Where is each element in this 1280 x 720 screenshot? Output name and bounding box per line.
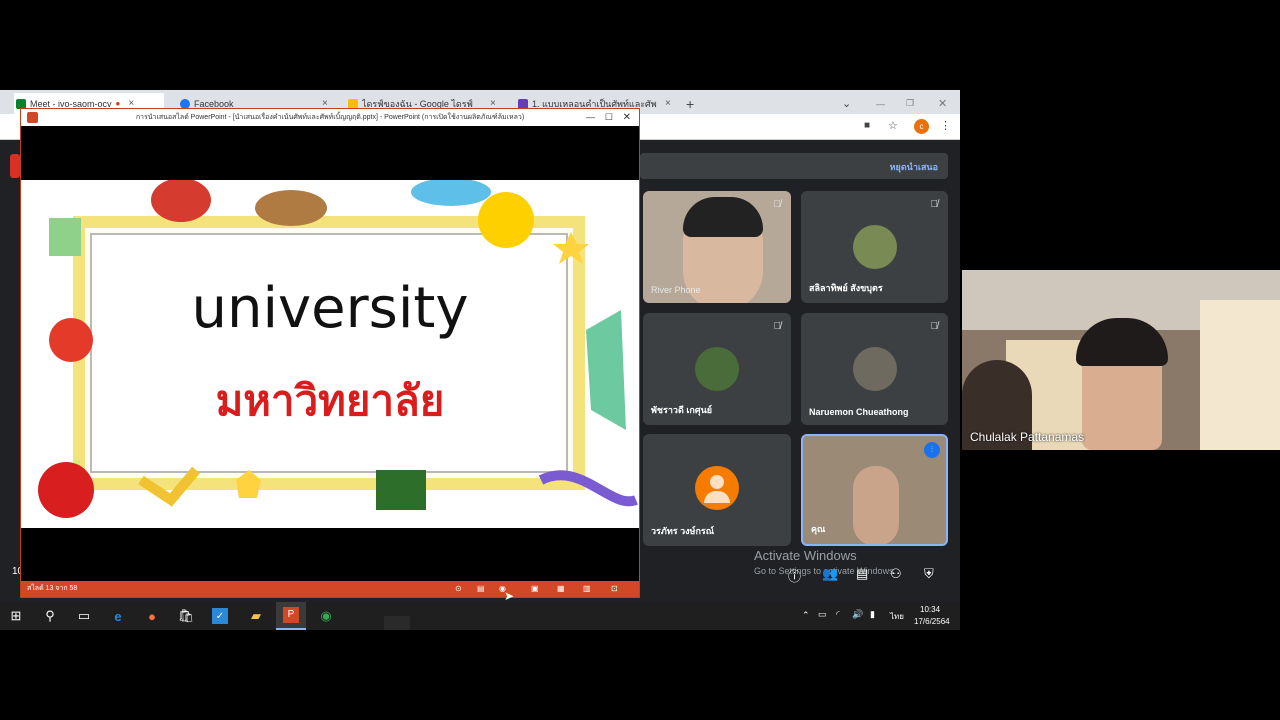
presenting-bar: หยุดนำเสนอ: [640, 153, 948, 179]
notification-icon[interactable]: ▮: [870, 609, 875, 620]
powerpoint-statusbar: สไลด์ 13 จาก 58 ⊙ ▤ ◉ ▣ ▦ ▥ ⊡: [21, 581, 639, 597]
slide-sorter-icon[interactable]: ▦: [557, 581, 565, 597]
participant-avatar: [853, 347, 897, 391]
mouse-cursor-icon: ➤: [504, 589, 515, 603]
self-video: [853, 466, 899, 544]
participant-tile[interactable]: วรภัทร วงษ์กรณ์: [643, 434, 791, 546]
participant-name: Naruemon Chueathong: [809, 407, 909, 417]
mic-off-icon: 🎙̸: [773, 321, 782, 332]
participant-name: พัชราวดี เกศุนย์: [651, 405, 712, 415]
participant-name: สลิลาทิพย์ สังขบุตร: [809, 283, 883, 293]
file-explorer-icon[interactable]: ▰: [246, 606, 266, 626]
menu-icon[interactable]: ⋮: [940, 119, 951, 132]
stop-presenting-button[interactable]: หยุดนำเสนอ: [890, 160, 938, 174]
avatar-body: [704, 491, 730, 503]
slide-word-thai: มหาวิทยาลัย: [215, 376, 445, 425]
participant-name: วรภัทร วงษ์กรณ์: [651, 526, 715, 536]
battery-icon[interactable]: ▭: [818, 609, 827, 620]
recording-icon: ●: [115, 99, 121, 108]
windows-start-icon[interactable]: ⊞: [6, 606, 26, 626]
powerpoint-taskbar-icon[interactable]: P: [276, 602, 306, 630]
meet-icon: [16, 98, 26, 109]
bookmark-star-icon[interactable]: ☆: [888, 119, 898, 132]
mic-off-icon: 🎙̸: [930, 321, 939, 332]
participant-avatar: [695, 466, 739, 510]
edge-icon[interactable]: e: [108, 606, 128, 626]
clock-date[interactable]: 17/6/2564: [914, 617, 950, 626]
reading-view-icon[interactable]: ▥: [583, 581, 591, 597]
self-camera-view: Chulalak Pattanamas: [962, 270, 1280, 450]
close-icon[interactable]: ✕: [623, 109, 631, 126]
activate-windows-title: Activate Windows: [754, 548, 857, 563]
slide-word-english: university: [191, 276, 469, 341]
forms-icon: [518, 98, 528, 109]
clock-time[interactable]: 10:34: [920, 605, 940, 614]
participant-avatar: [695, 347, 739, 391]
chrome-icon[interactable]: ◉: [316, 606, 336, 626]
tab-label: Meet - ivo-saom-ocv: [30, 98, 112, 109]
windows-taskbar: ⊞ ⚲ ▭ e ● 🛍 ✓ ▰ P ◉ ⌃ ▭ ◜ 🔊 ▮ ไทย 10:34 …: [0, 602, 960, 630]
participant-tile[interactable]: 🎙̸ River Phone: [643, 191, 791, 303]
participant-avatar: [853, 225, 897, 269]
host-controls-icon[interactable]: ⛨: [924, 566, 934, 582]
minimize-icon[interactable]: —: [876, 93, 885, 114]
info-icon[interactable]: ⓘ: [788, 566, 801, 585]
profile-avatar[interactable]: c: [914, 119, 929, 134]
language-indicator[interactable]: ไทย: [890, 610, 904, 623]
firefox-icon[interactable]: ●: [142, 606, 162, 626]
slideshow-icon[interactable]: ⊡: [611, 581, 618, 597]
people-icon[interactable]: 👥: [822, 566, 838, 582]
speaking-indicator-icon: ⫶: [924, 442, 940, 458]
self-tile[interactable]: ⫶ คุณ: [801, 434, 948, 546]
self-view-name: Chulalak Pattanamas: [970, 430, 1085, 444]
notes-icon[interactable]: ⊙: [455, 581, 462, 597]
powerpoint-titlebar: การนำเสนอสไลด์ PowerPoint - [นำเสนอเรื่อ…: [21, 109, 639, 126]
meet-side-control[interactable]: [10, 154, 20, 178]
volume-icon[interactable]: 🔊: [852, 609, 863, 620]
comments-icon[interactable]: ▤: [477, 581, 485, 597]
maximize-icon[interactable]: ☐: [605, 109, 613, 126]
presentation-slide: university มหาวิทยาลัย: [21, 180, 639, 528]
wifi-icon[interactable]: ◜: [836, 609, 840, 620]
tab-label: Facebook: [194, 98, 234, 109]
store-icon[interactable]: 🛍: [176, 606, 196, 626]
self-name: คุณ: [811, 524, 826, 534]
powerpoint-title: การนำเสนอสไลด์ PowerPoint - [นำเสนอเรื่อ…: [135, 114, 525, 121]
activities-icon[interactable]: ⚇: [890, 566, 902, 582]
tab-search-icon[interactable]: ⌄: [842, 93, 851, 114]
normal-view-icon[interactable]: ▣: [531, 581, 539, 597]
participant-name: River Phone: [651, 285, 701, 295]
task-view-icon[interactable]: ▭: [74, 606, 94, 626]
camera-icon[interactable]: ■: [864, 120, 870, 131]
search-icon[interactable]: ⚲: [40, 606, 60, 626]
restore-icon[interactable]: ❐: [906, 93, 914, 114]
participant-tile[interactable]: 🎙̸ พัชราวดี เกศุนย์: [643, 313, 791, 425]
minimize-icon[interactable]: —: [586, 109, 595, 126]
thumbnail-preview: [384, 616, 410, 630]
close-window-icon[interactable]: ✕: [938, 93, 947, 114]
mic-off-icon: 🎙̸: [930, 199, 939, 210]
close-tab-icon[interactable]: ×: [665, 98, 671, 109]
drive-icon: [348, 98, 358, 109]
app-icon[interactable]: ✓: [212, 608, 228, 624]
facebook-icon: [180, 98, 190, 109]
curtain-right: [1200, 300, 1280, 450]
tray-chevron-icon[interactable]: ⌃: [802, 610, 810, 621]
participant-tile[interactable]: 🎙̸ สลิลาทิพย์ สังขบุตร: [801, 191, 948, 303]
participant-hair: [683, 197, 763, 237]
chat-icon[interactable]: ▤: [856, 566, 868, 582]
powerpoint-window[interactable]: การนำเสนอสไลด์ PowerPoint - [นำเสนอเรื่อ…: [20, 108, 640, 598]
slide-counter: สไลด์ 13 จาก 58: [27, 585, 78, 592]
mic-off-icon: 🎙̸: [773, 199, 782, 210]
avatar-head: [710, 475, 724, 489]
new-tab-button[interactable]: +: [686, 93, 694, 114]
powerpoint-icon: [27, 112, 38, 123]
slide-decorations: [38, 180, 638, 518]
participant-tile[interactable]: 🎙̸ Naruemon Chueathong: [801, 313, 948, 425]
